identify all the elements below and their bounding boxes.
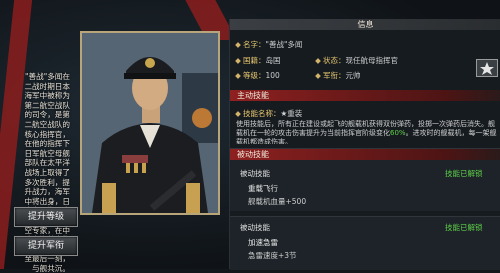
passive-skill-label: 被动技能 (240, 169, 270, 178)
passive-skill-name: 加速急雷 (248, 238, 278, 247)
status-row: 状态：现任航母指挥官 (315, 55, 399, 66)
passive-skill-effect: 急雷速度+3节 (248, 251, 297, 260)
bullet-icon (315, 73, 321, 79)
bullet-icon (235, 42, 241, 48)
passive-skill-header: 被动技能 (230, 149, 500, 160)
commander-info-panel: 信息 名字："善战"多闻 国籍：岛国 状态：现任航母指挥官 等级：100 军衔：… (229, 19, 500, 270)
commander-portrait (80, 31, 220, 215)
status-value: 现任航母指挥官 (345, 56, 399, 65)
level-label: 等级： (243, 71, 266, 80)
skill-unlocked-status: 技能已解锁 (445, 169, 483, 178)
rank-up-button[interactable]: 提升军衔 (14, 236, 78, 256)
info-header: 信息 (230, 19, 500, 30)
country-label: 国籍： (243, 56, 266, 65)
rank-label: 军衔： (323, 71, 346, 80)
name-value: "善战"多闻 (265, 40, 303, 49)
active-skill-header: 主动技能 (230, 90, 500, 101)
rank-value: 元帅 (345, 71, 361, 80)
name-label: 名字： (243, 40, 266, 49)
country-value: 岛国 (265, 56, 281, 65)
active-skill-name-row: 技能名称：★重装 (235, 108, 303, 119)
passive-skill-effect: 舰载机血量+500 (248, 197, 307, 206)
bullet-icon (315, 58, 321, 64)
active-skill-description: 使用技能后，所有正在建设或起飞的舰载机获得双份弹药，投掷一次弹药后消失。舰载机在… (236, 120, 498, 144)
status-label: 状态： (323, 56, 346, 65)
country-row: 国籍：岛国 (235, 55, 281, 66)
active-skill-name-label: 技能名称： (243, 109, 281, 118)
bullet-icon (235, 58, 241, 64)
commander-figure-illustration (82, 33, 218, 213)
passive-skill-card: 被动技能 技能已解锁 加速急雷 急雷速度+3节 (230, 216, 500, 270)
name-row: 名字："善战"多闻 (235, 39, 303, 50)
desc-highlight: 60% (390, 129, 406, 137)
level-row: 等级：100 (235, 70, 280, 81)
passive-skill-label: 被动技能 (240, 223, 270, 232)
rank-insignia-icon[interactable] (476, 59, 498, 77)
active-skill-name: ★重装 (280, 109, 303, 118)
bullet-icon (235, 73, 241, 79)
passive-skill-name: 重载飞行 (248, 184, 278, 193)
rank-row: 军衔：元帅 (315, 70, 361, 81)
skill-unlocked-status: 技能已解锁 (445, 223, 483, 232)
level-up-button[interactable]: 提升等级 (14, 207, 78, 227)
level-value: 100 (265, 71, 280, 80)
bullet-icon (235, 111, 241, 117)
passive-skill-card: 被动技能 被动技能 技能已解锁 重载飞行 舰载机血量+500 (230, 148, 500, 211)
